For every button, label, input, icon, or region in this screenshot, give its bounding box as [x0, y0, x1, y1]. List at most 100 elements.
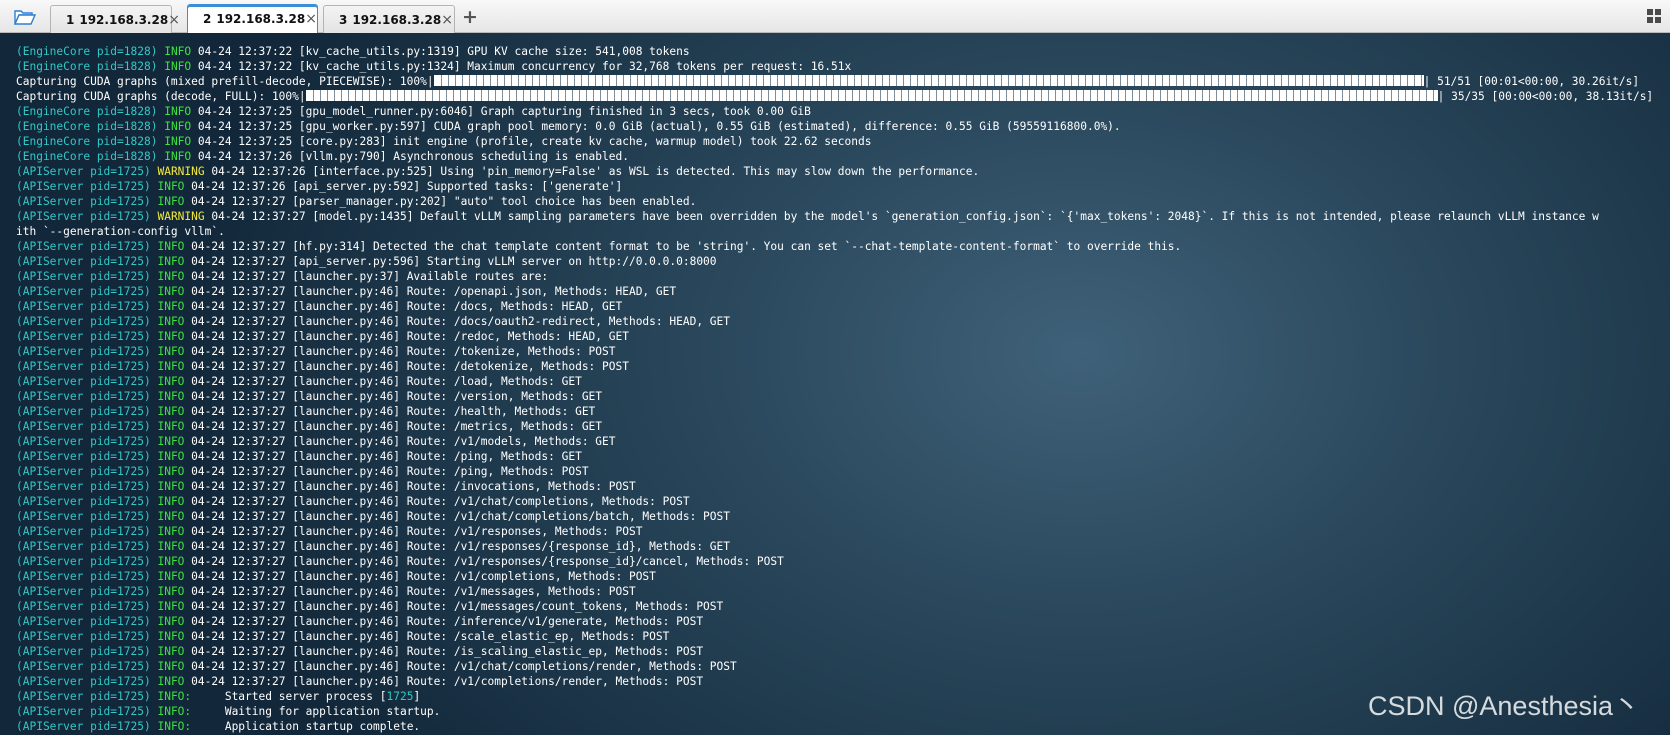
log-message: 04-24 12:37:27 [launcher.py:46] Route: /…: [184, 390, 603, 403]
progress-label: Capturing CUDA graphs (mixed prefill-dec…: [16, 75, 434, 88]
process-prefix: (APIServer pid=1725): [16, 570, 151, 583]
process-prefix: (APIServer pid=1725): [16, 420, 151, 433]
log-message: 04-24 12:37:27 [launcher.py:46] Route: /…: [184, 465, 589, 478]
log-level: INFO: [164, 150, 192, 163]
process-prefix: (APIServer pid=1725): [16, 555, 151, 568]
process-prefix: (EngineCore pid=1828): [16, 120, 158, 133]
log-level: INFO: [157, 660, 185, 673]
process-prefix: (APIServer pid=1725): [16, 690, 151, 703]
process-prefix: (EngineCore pid=1828): [16, 45, 158, 58]
process-prefix: (APIServer pid=1725): [16, 525, 151, 538]
progress-stats: | 51/51 [00:01<00:00, 30.26it/s]: [1423, 75, 1640, 88]
log-level: INFO: [157, 570, 185, 583]
log-message: 04-24 12:37:27 [launcher.py:46] Route: /…: [184, 375, 582, 388]
process-prefix: (APIServer pid=1725): [16, 465, 151, 478]
watermark: CSDN @Anesthesia丶: [1367, 691, 1640, 721]
log-level: INFO: [157, 435, 185, 448]
terminal-line: (APIServer pid=1725) INFO 04-24 12:37:27…: [16, 539, 1670, 554]
log-message: 04-24 12:37:26 [vllm.py:790] Asynchronou…: [191, 150, 629, 163]
log-message: 04-24 12:37:25 [core.py:283] init engine…: [191, 135, 872, 148]
terminal-line: (APIServer pid=1725) WARNING 04-24 12:37…: [16, 164, 1670, 179]
log-message: 04-24 12:37:27 [launcher.py:46] Route: /…: [184, 405, 596, 418]
log-message: 04-24 12:37:27 [launcher.py:46] Route: /…: [184, 300, 623, 313]
tab-number: 3: [339, 12, 348, 27]
log-level: INFO: [157, 375, 185, 388]
log-message: 04-24 12:37:27 [launcher.py:46] Route: /…: [184, 645, 704, 658]
terminal-line: (APIServer pid=1725) INFO 04-24 12:37:27…: [16, 194, 1670, 209]
terminal-line: (APIServer pid=1725) INFO 04-24 12:37:27…: [16, 344, 1670, 359]
log-level: INFO: [157, 285, 185, 298]
terminal-line: (EngineCore pid=1828) INFO 04-24 12:37:2…: [16, 149, 1670, 164]
log-level: INFO: [157, 315, 185, 328]
process-prefix: (APIServer pid=1725): [16, 300, 151, 313]
log-level: INFO: [157, 405, 185, 418]
log-level: WARNING: [157, 210, 205, 223]
terminal-line: (APIServer pid=1725) WARNING 04-24 12:37…: [16, 209, 1670, 224]
terminal-line: (APIServer pid=1725) INFO 04-24 12:37:27…: [16, 374, 1670, 389]
process-prefix: (APIServer pid=1725): [16, 510, 151, 523]
log-message: 04-24 12:37:27 [launcher.py:46] Route: /…: [184, 660, 737, 673]
log-level: INFO: [157, 465, 185, 478]
process-prefix: (APIServer pid=1725): [16, 495, 151, 508]
process-id: 1725: [386, 690, 414, 703]
process-prefix: (APIServer pid=1725): [16, 675, 151, 688]
log-level: INFO:: [157, 720, 192, 733]
log-message: Waiting for application startup.: [191, 705, 441, 718]
terminal-line: (APIServer pid=1725) INFO 04-24 12:37:27…: [16, 284, 1670, 299]
log-level: INFO: [164, 45, 192, 58]
process-prefix: (APIServer pid=1725): [16, 540, 151, 553]
plus-icon[interactable]: +: [460, 6, 480, 28]
process-prefix: (APIServer pid=1725): [16, 630, 151, 643]
folder-open-icon: [14, 9, 36, 25]
process-prefix: (APIServer pid=1725): [16, 615, 151, 628]
log-level: INFO: [157, 345, 185, 358]
log-level: INFO: [164, 135, 192, 148]
log-level: INFO: [157, 330, 185, 343]
log-message: 04-24 12:37:27 [launcher.py:46] Route: /…: [184, 540, 730, 553]
log-message: 04-24 12:37:22 [kv_cache_utils.py:1324] …: [191, 60, 852, 73]
log-message: 04-24 12:37:27 [launcher.py:46] Route: /…: [184, 585, 636, 598]
log-level: INFO: [157, 555, 185, 568]
open-folder-button[interactable]: [10, 5, 40, 29]
log-message: 04-24 12:37:27 [launcher.py:46] Route: /…: [184, 330, 629, 343]
log-message: 04-24 12:37:27 [launcher.py:46] Route: /…: [184, 360, 629, 373]
process-prefix: (APIServer pid=1725): [16, 600, 151, 613]
log-level: INFO: [157, 390, 185, 403]
terminal-output[interactable]: (EngineCore pid=1828) INFO 04-24 12:37:2…: [0, 33, 1670, 735]
process-prefix: (APIServer pid=1725): [16, 270, 151, 283]
terminal-line: (EngineCore pid=1828) INFO 04-24 12:37:2…: [16, 59, 1670, 74]
log-message: 04-24 12:37:27 [launcher.py:46] Route: /…: [184, 480, 636, 493]
log-message: ith `--generation-config vllm`.: [16, 225, 225, 238]
grid-layout-icon[interactable]: [1646, 8, 1662, 24]
terminal-line: (APIServer pid=1725) INFO 04-24 12:37:27…: [16, 434, 1670, 449]
close-icon[interactable]: ×: [305, 12, 317, 26]
close-icon[interactable]: ×: [168, 13, 180, 27]
process-prefix: (APIServer pid=1725): [16, 375, 151, 388]
log-message: 04-24 12:37:27 [hf.py:314] Detected the …: [184, 240, 1182, 253]
tab-number: 1: [66, 12, 75, 27]
process-prefix: (EngineCore pid=1828): [16, 150, 158, 163]
tab-session-1[interactable]: 1 192.168.3.28 ×: [50, 5, 180, 33]
terminal-line: (APIServer pid=1725) INFO 04-24 12:37:27…: [16, 419, 1670, 434]
terminal-line: (APIServer pid=1725) INFO 04-24 12:37:27…: [16, 509, 1670, 524]
terminal-line: (APIServer pid=1725) INFO 04-24 12:37:27…: [16, 524, 1670, 539]
process-prefix: (APIServer pid=1725): [16, 705, 151, 718]
log-message: 04-24 12:37:25 [gpu_worker.py:597] CUDA …: [191, 120, 1121, 133]
process-prefix: (APIServer pid=1725): [16, 645, 151, 658]
close-icon[interactable]: ×: [441, 13, 453, 27]
log-level: INFO: [157, 180, 185, 193]
log-level: INFO: [157, 510, 185, 523]
terminal-line: (APIServer pid=1725) INFO 04-24 12:37:27…: [16, 269, 1670, 284]
log-level: INFO: [157, 420, 185, 433]
tab-number: 2: [203, 12, 212, 26]
log-message: 04-24 12:37:27 [launcher.py:46] Route: /…: [184, 450, 582, 463]
process-prefix: (APIServer pid=1725): [16, 165, 151, 178]
terminal-line: (APIServer pid=1725) INFO 04-24 12:37:27…: [16, 404, 1670, 419]
tab-session-2[interactable]: 2 192.168.3.28 ×: [187, 4, 318, 33]
log-message: 04-24 12:37:27 [launcher.py:46] Route: /…: [184, 345, 616, 358]
log-message: 04-24 12:37:27 [launcher.py:46] Route: /…: [184, 525, 643, 538]
log-level: INFO: [157, 525, 185, 538]
tab-session-3[interactable]: 3 192.168.3.28 ×: [323, 5, 455, 33]
terminal-line: (APIServer pid=1725) INFO 04-24 12:37:27…: [16, 584, 1670, 599]
terminal-line: ith `--generation-config vllm`.: [16, 224, 1670, 239]
